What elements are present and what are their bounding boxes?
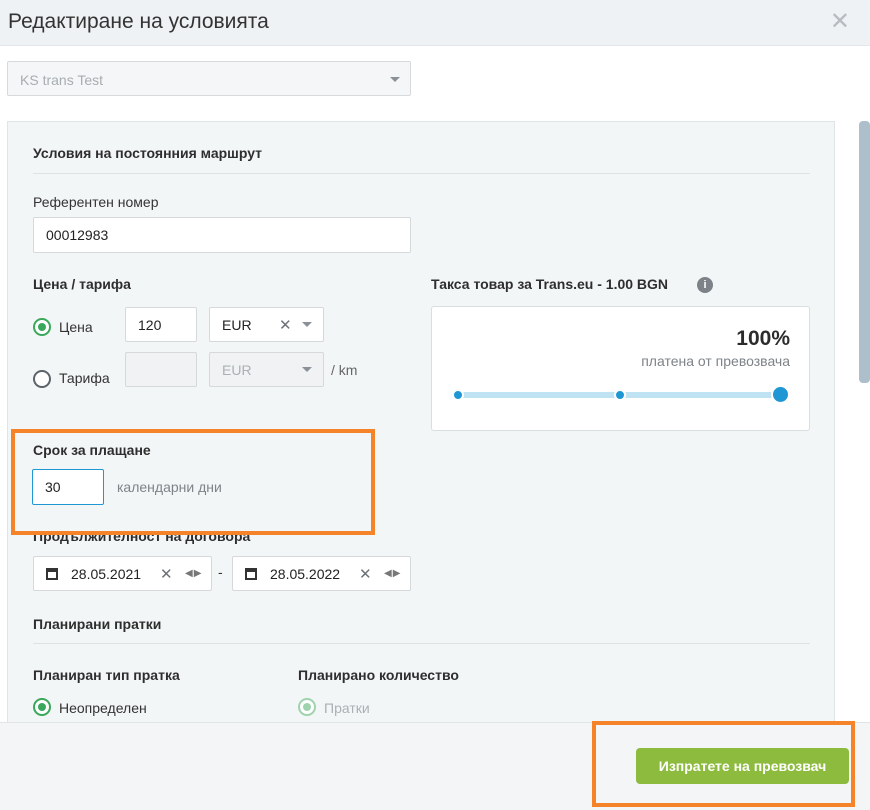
arrows-icon[interactable]: ◀▶ — [185, 568, 202, 579]
arrows-icon[interactable]: ◀▶ — [384, 568, 401, 579]
slider-tick-0[interactable] — [452, 389, 464, 401]
fee-slider-handle[interactable] — [771, 385, 790, 404]
price-radio-label: Цена — [59, 319, 93, 335]
price-amount-input[interactable]: 120 — [125, 307, 197, 342]
price-currency-value: EUR — [222, 316, 252, 333]
info-icon[interactable]: i — [697, 277, 713, 293]
edit-conditions-modal: Редактиране на условията ✕ KS trans Test… — [0, 0, 870, 810]
reference-label: Референтен номер — [33, 194, 159, 210]
send-button-highlight — [592, 721, 855, 807]
chevron-down-icon — [302, 367, 312, 372]
clear-icon[interactable]: ✕ — [160, 565, 173, 583]
fee-paid-by: платена от превозвача — [641, 353, 790, 369]
chevron-down-icon — [302, 322, 312, 327]
tariff-amount-input[interactable] — [125, 352, 197, 387]
section-title-fixed-route: Условия на постоянния маршрут — [33, 145, 263, 161]
scrollbar[interactable] — [859, 121, 870, 383]
payment-term-highlight — [11, 429, 375, 535]
planned-type-title: Планиран тип пратка — [33, 667, 180, 683]
tariff-currency-select[interactable]: EUR — [209, 352, 324, 387]
clear-icon[interactable]: ✕ — [359, 565, 372, 583]
fee-percent: 100% — [736, 327, 790, 350]
planned-quantity-option: Пратки — [324, 700, 370, 716]
tariff-unit: / km — [331, 362, 358, 378]
clear-icon[interactable]: ✕ — [279, 316, 292, 334]
company-select-value: KS trans Test — [20, 72, 104, 88]
tariff-currency-value: EUR — [222, 361, 252, 378]
contract-end-value: 28.05.2022 — [270, 566, 341, 582]
planned-type-option: Неопределен — [59, 700, 147, 716]
date-separator: - — [218, 564, 223, 580]
divider — [33, 173, 810, 174]
fee-box: 100% платена от превозвача — [431, 306, 810, 431]
fee-title: Такса товар за Trans.eu - 1.00 BGN — [431, 276, 669, 292]
contract-start-value: 28.05.2021 — [71, 566, 142, 582]
price-tariff-title: Цена / тарифа — [33, 276, 131, 292]
planned-quantity-radio[interactable] — [298, 698, 316, 716]
planned-quantity-title: Планирано количество — [298, 667, 459, 683]
price-radio[interactable] — [33, 318, 51, 336]
calendar-icon — [46, 568, 58, 580]
tariff-radio[interactable] — [33, 370, 51, 388]
modal-header: Редактиране на условията ✕ — [0, 0, 870, 46]
chevron-down-icon — [390, 77, 400, 82]
divider — [33, 643, 810, 644]
planned-type-radio[interactable] — [33, 698, 51, 716]
reference-input[interactable]: 00012983 — [33, 217, 411, 253]
planned-shipments-title: Планирани пратки — [33, 616, 162, 632]
calendar-icon — [245, 568, 257, 580]
company-select[interactable]: KS trans Test — [7, 61, 411, 96]
contract-start-date[interactable]: 28.05.2021 ✕ ◀▶ — [33, 556, 212, 591]
tariff-radio-label: Тарифа — [59, 370, 110, 386]
close-icon[interactable]: ✕ — [830, 7, 850, 36]
price-currency-select[interactable]: EUR ✕ — [209, 307, 324, 342]
contract-end-date[interactable]: 28.05.2022 ✕ ◀▶ — [232, 556, 411, 591]
modal-title: Редактиране на условията — [8, 10, 269, 33]
slider-tick-50[interactable] — [614, 389, 626, 401]
